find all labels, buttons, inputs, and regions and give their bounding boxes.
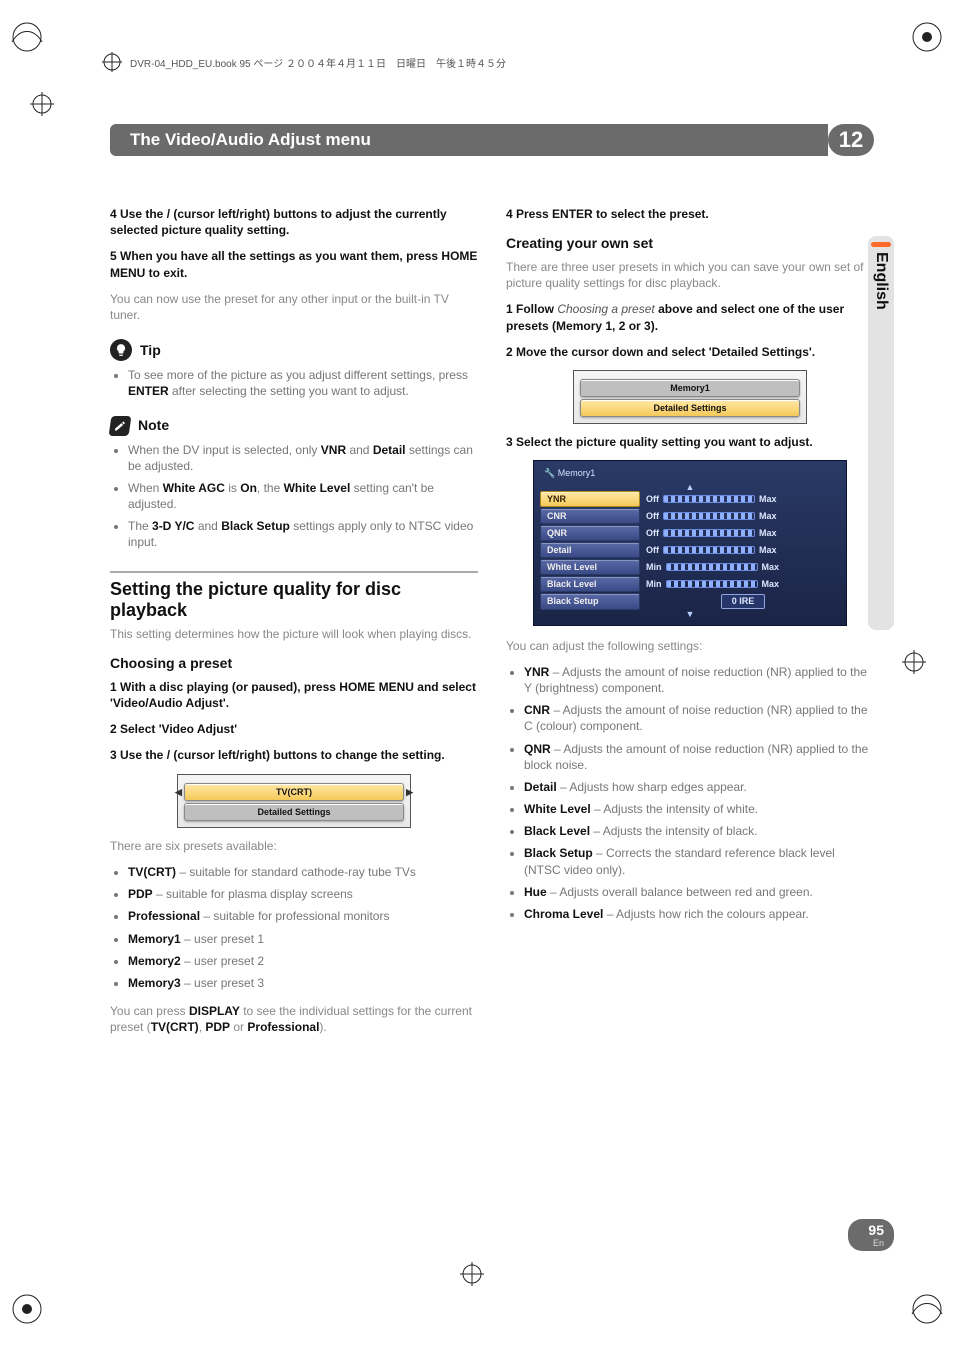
right-column: 4 Press ENTER to select the preset. Crea… xyxy=(506,206,874,1046)
osd-row-memory: Memory1 xyxy=(580,379,800,397)
triangle-up-icon: ▲ xyxy=(540,484,840,490)
registration-mark-icon xyxy=(100,50,124,74)
triangle-down-icon: ▼ xyxy=(540,611,840,617)
tip-heading: Tip xyxy=(110,339,478,361)
list-item: PDP – suitable for plasma display screen… xyxy=(128,886,478,902)
list-item: Memory3 – user preset 3 xyxy=(128,975,478,991)
chapter-title: The Video/Audio Adjust menu xyxy=(110,124,828,156)
subsection-title: Creating your own set xyxy=(506,234,874,253)
language-tab: English xyxy=(868,236,894,630)
r-step-4: 4 Press ENTER to select the preset. xyxy=(506,206,874,222)
osd-row-ynr: YNR OffMax xyxy=(540,491,840,507)
pencil-icon xyxy=(109,416,132,436)
osd-row-cnr: CNR OffMax xyxy=(540,508,840,524)
osd-detailed-title: 🔧 Memory1 xyxy=(540,465,840,483)
osd-row-detail: Detail OffMax xyxy=(540,542,840,558)
note-heading: Note xyxy=(110,416,478,436)
list-item: Black Setup – Corrects the standard refe… xyxy=(524,845,874,877)
osd-row-qnr: QNR OffMax xyxy=(540,525,840,541)
note-item: When White AGC is On, the White Level se… xyxy=(128,480,478,512)
osd-row-detailed: Detailed Settings xyxy=(580,399,800,417)
presets-intro: There are six presets available: xyxy=(110,838,478,854)
list-item: Chroma Level – Adjusts how rich the colo… xyxy=(524,906,874,922)
list-item: YNR – Adjusts the amount of noise reduct… xyxy=(524,664,874,696)
print-header-text: DVR-04_HDD_EU.book 95 ページ ２００４年４月１１日 日曜日… xyxy=(130,55,506,70)
adjust-list: YNR – Adjusts the amount of noise reduct… xyxy=(506,664,874,922)
language-label: English xyxy=(872,252,890,310)
list-item: Hue – Adjusts overall balance between re… xyxy=(524,884,874,900)
crop-mark-icon xyxy=(10,20,44,59)
adjust-intro: You can adjust the following settings: xyxy=(506,638,874,654)
r-step-3: 3 Select the picture quality setting you… xyxy=(506,434,874,450)
osd-preset-panel: ◀ TV(CRT) ▶ Detailed Settings xyxy=(177,774,411,828)
osd-row-white-level: White Level MinMax xyxy=(540,559,840,575)
chapter-number: 12 xyxy=(828,124,874,156)
osd-row-preset: ◀ TV(CRT) ▶ xyxy=(184,783,404,801)
step-4: 4 Use the / (cursor left/right) buttons … xyxy=(110,206,478,238)
page-number: 95 En xyxy=(848,1219,894,1251)
registration-mark-icon xyxy=(902,650,926,679)
presets-list: TV(CRT) – suitable for standard cathode-… xyxy=(110,864,478,991)
list-item: TV(CRT) – suitable for standard cathode-… xyxy=(128,864,478,880)
list-item: Black Level – Adjusts the intensity of b… xyxy=(524,823,874,839)
list-item: Professional – suitable for professional… xyxy=(128,908,478,924)
subsection-title: Choosing a preset xyxy=(110,654,478,673)
triangle-left-icon: ◀ xyxy=(175,786,182,798)
note-item: When the DV input is selected, only VNR … xyxy=(128,442,478,474)
osd-row-detailed: Detailed Settings xyxy=(184,803,404,821)
crop-mark-icon xyxy=(10,1292,44,1331)
osd-row-black-setup: Black Setup 0 IRE xyxy=(540,593,840,609)
lightbulb-icon xyxy=(110,339,132,361)
cp-step-1: 1 With a disc playing (or paused), press… xyxy=(110,679,478,711)
section-title: Setting the picture quality for disc pla… xyxy=(110,579,478,622)
note-label: Note xyxy=(138,416,169,435)
osd-row-black-level: Black Level MinMax xyxy=(540,576,840,592)
list-item: CNR – Adjusts the amount of noise reduct… xyxy=(524,702,874,734)
registration-mark-icon xyxy=(30,92,54,121)
note-item: The 3-D Y/C and Black Setup settings app… xyxy=(128,518,478,550)
osd-memory-panel: Memory1 Detailed Settings xyxy=(573,370,807,424)
osd-detailed-panel: 🔧 Memory1 ▲ YNR OffMax CNR OffMax QNR Of… xyxy=(533,460,847,625)
list-item: Detail – Adjusts how sharp edges appear. xyxy=(524,779,874,795)
tip-label: Tip xyxy=(140,341,161,360)
presets-post: You can press DISPLAY to see the individ… xyxy=(110,1003,478,1035)
left-column: 4 Use the / (cursor left/right) buttons … xyxy=(110,206,478,1046)
r-step-2: 2 Move the cursor down and select 'Detai… xyxy=(506,344,874,360)
r-step-1: 1 Follow Choosing a preset above and sel… xyxy=(506,301,874,333)
crop-mark-icon xyxy=(910,20,944,59)
registration-mark-icon xyxy=(460,1262,484,1291)
list-item: Memory2 – user preset 2 xyxy=(128,953,478,969)
step-5: 5 When you have all the settings as you … xyxy=(110,248,478,280)
wrench-icon: 🔧 xyxy=(544,468,555,478)
list-item: White Level – Adjusts the intensity of w… xyxy=(524,801,874,817)
print-header: DVR-04_HDD_EU.book 95 ページ ２００４年４月１１日 日曜日… xyxy=(100,50,874,74)
step-5-body: You can now use the preset for any other… xyxy=(110,291,478,323)
r-intro: There are three user presets in which yo… xyxy=(506,259,874,291)
triangle-right-icon: ▶ xyxy=(406,786,413,798)
cp-step-3: 3 Use the / (cursor left/right) buttons … xyxy=(110,747,478,763)
list-item: Memory1 – user preset 1 xyxy=(128,931,478,947)
tip-item: To see more of the picture as you adjust… xyxy=(128,367,478,399)
list-item: QNR – Adjusts the amount of noise reduct… xyxy=(524,741,874,773)
chapter-header: The Video/Audio Adjust menu 12 xyxy=(110,124,874,156)
cp-step-2: 2 Select 'Video Adjust' xyxy=(110,721,478,737)
crop-mark-icon xyxy=(910,1292,944,1331)
section-body: This setting determines how the picture … xyxy=(110,626,478,642)
